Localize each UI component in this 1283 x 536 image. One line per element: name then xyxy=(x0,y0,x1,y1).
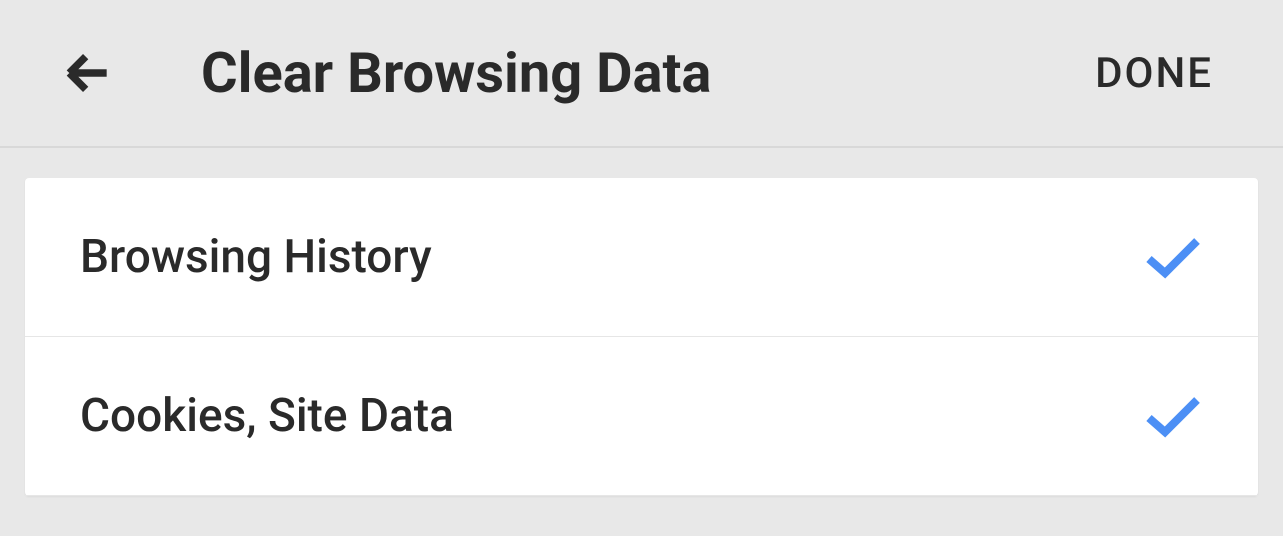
list-item-cookies-site-data[interactable]: Cookies, Site Data xyxy=(25,337,1258,496)
back-button[interactable] xyxy=(60,45,116,101)
list-item-label: Browsing History xyxy=(80,230,432,284)
done-button[interactable]: DONE xyxy=(1095,49,1213,98)
checkmark-icon xyxy=(1143,233,1203,281)
header-bar: Clear Browsing Data DONE xyxy=(0,0,1283,148)
page-title: Clear Browsing Data xyxy=(201,40,1095,106)
checkmark-icon xyxy=(1143,392,1203,440)
arrow-left-icon xyxy=(60,45,116,101)
list-item-label: Cookies, Site Data xyxy=(80,389,454,443)
list-item-browsing-history[interactable]: Browsing History xyxy=(25,178,1258,337)
settings-list: Browsing History Cookies, Site Data xyxy=(25,178,1258,496)
